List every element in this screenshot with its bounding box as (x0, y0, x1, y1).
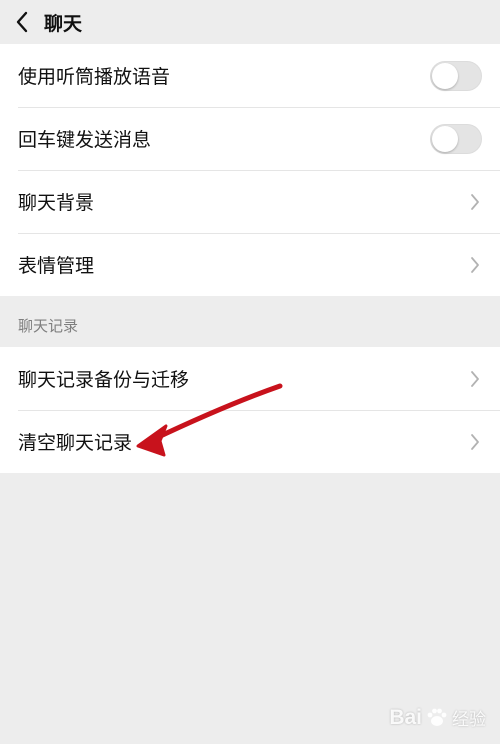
setting-enter-to-send[interactable]: 回车键发送消息 (0, 107, 500, 170)
toggle-knob (432, 125, 458, 152)
setting-label: 聊天背景 (18, 192, 95, 214)
setting-label: 清空聊天记录 (18, 432, 133, 454)
enter-to-send-toggle[interactable] (430, 123, 482, 154)
setting-backup-migrate[interactable]: 聊天记录备份与迁移 (0, 347, 500, 410)
setting-label: 回车键发送消息 (18, 129, 152, 151)
page-title: 聊天 (44, 12, 83, 35)
setting-clear-chat-history[interactable]: 清空聊天记录 (0, 410, 500, 473)
setting-label: 使用听筒播放语音 (18, 66, 171, 88)
watermark-brand: Bai (389, 705, 422, 729)
nav-header: 聊天 (0, 0, 500, 44)
watermark: Bai 经验 (389, 705, 486, 731)
chevron-right-icon (468, 192, 482, 212)
settings-group: 使用听筒播放语音 回车键发送消息 聊天背景 表情管理 (0, 44, 500, 296)
watermark-suffix: 经验 (452, 710, 486, 730)
chat-records-group: 聊天记录备份与迁移 清空聊天记录 (0, 347, 500, 473)
setting-chat-background[interactable]: 聊天背景 (0, 170, 500, 233)
toggle-knob (432, 62, 458, 89)
chevron-right-icon (468, 255, 482, 275)
section-title-chat-records: 聊天记录 (18, 317, 79, 335)
chevron-right-icon (468, 432, 482, 452)
chevron-left-icon (16, 11, 28, 33)
setting-label: 表情管理 (18, 255, 95, 277)
earpiece-playback-toggle[interactable] (430, 60, 482, 91)
setting-label: 聊天记录备份与迁移 (18, 369, 190, 391)
back-button[interactable] (2, 0, 42, 44)
setting-sticker-management[interactable]: 表情管理 (0, 233, 500, 296)
setting-earpiece-playback[interactable]: 使用听筒播放语音 (0, 44, 500, 107)
paw-icon (427, 708, 447, 726)
chevron-right-icon (468, 369, 482, 389)
